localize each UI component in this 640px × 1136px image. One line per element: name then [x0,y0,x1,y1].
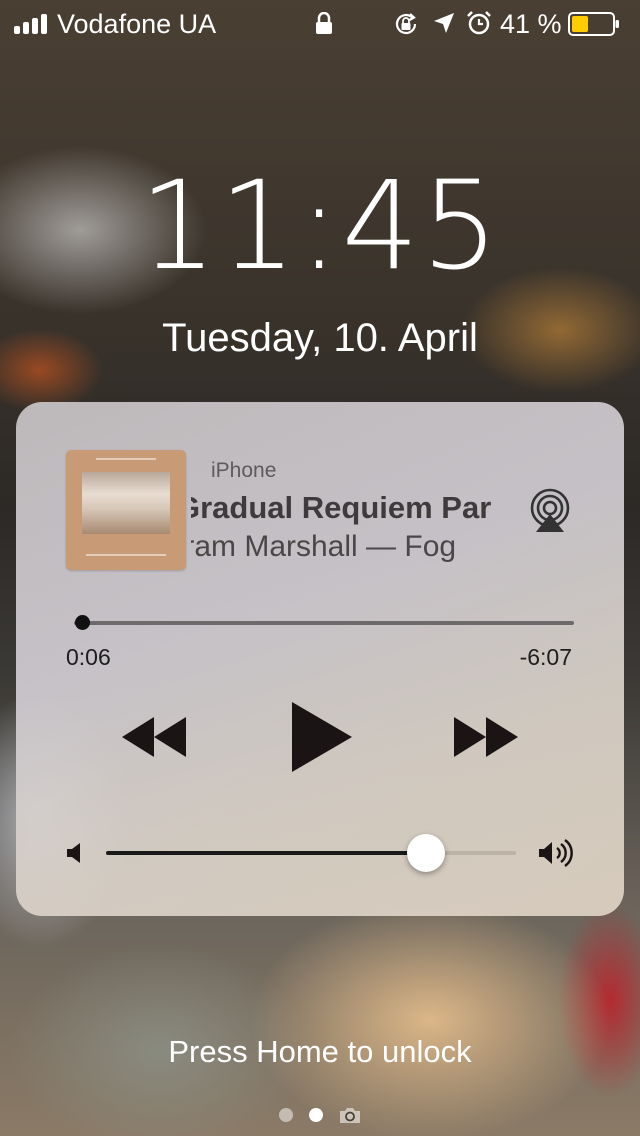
orientation-lock-icon [395,13,417,35]
progress-scrubber[interactable] [74,621,574,625]
fast-forward-icon[interactable] [452,714,520,760]
page-dot-active[interactable] [309,1108,323,1122]
track-title: Gradual Requiem Par [191,490,492,525]
lock-screen-date: Tuesday, 10. April [162,316,478,360]
progress-scrubber-knob[interactable] [74,615,90,630]
playback-source: iPhone [211,459,277,482]
elapsed-time: 0:06 [66,644,111,670]
signal-strength-icon [14,14,47,34]
press-home-to-unlock-hint: Press Home to unlock [168,1034,472,1069]
alarm-clock-icon [467,11,491,35]
battery-level-fill [572,16,588,32]
track-info: Gradual Requiem Par Iram Marshall — Fog [191,490,523,580]
volume-high-icon [539,839,573,867]
lock-screen-time: 11:45 [139,155,501,297]
volume-slider-fill [106,851,426,855]
play-icon[interactable] [288,700,354,774]
lock-icon [316,12,332,34]
airplay-icon[interactable] [528,488,572,532]
remaining-time: -6:07 [519,644,572,670]
volume-slider[interactable] [106,834,516,872]
album-artwork[interactable] [66,450,186,570]
location-arrow-icon [434,13,454,33]
page-indicator [0,1106,640,1124]
volume-low-icon [67,843,80,863]
page-dot[interactable] [279,1108,293,1122]
status-bar: Vodafone UA 41 % [0,0,640,48]
carrier-name: Vodafone UA [57,9,217,39]
camera-icon[interactable] [339,1106,361,1124]
battery-percentage: 41 % [500,9,562,39]
volume-slider-knob[interactable] [406,834,445,872]
rewind-icon[interactable] [120,714,188,760]
now-playing-widget: iPhone Gradual Requiem Par Iram Marshall… [16,402,624,916]
battery-icon [568,12,619,36]
track-artist-album: Iram Marshall — Fog [191,530,457,563]
